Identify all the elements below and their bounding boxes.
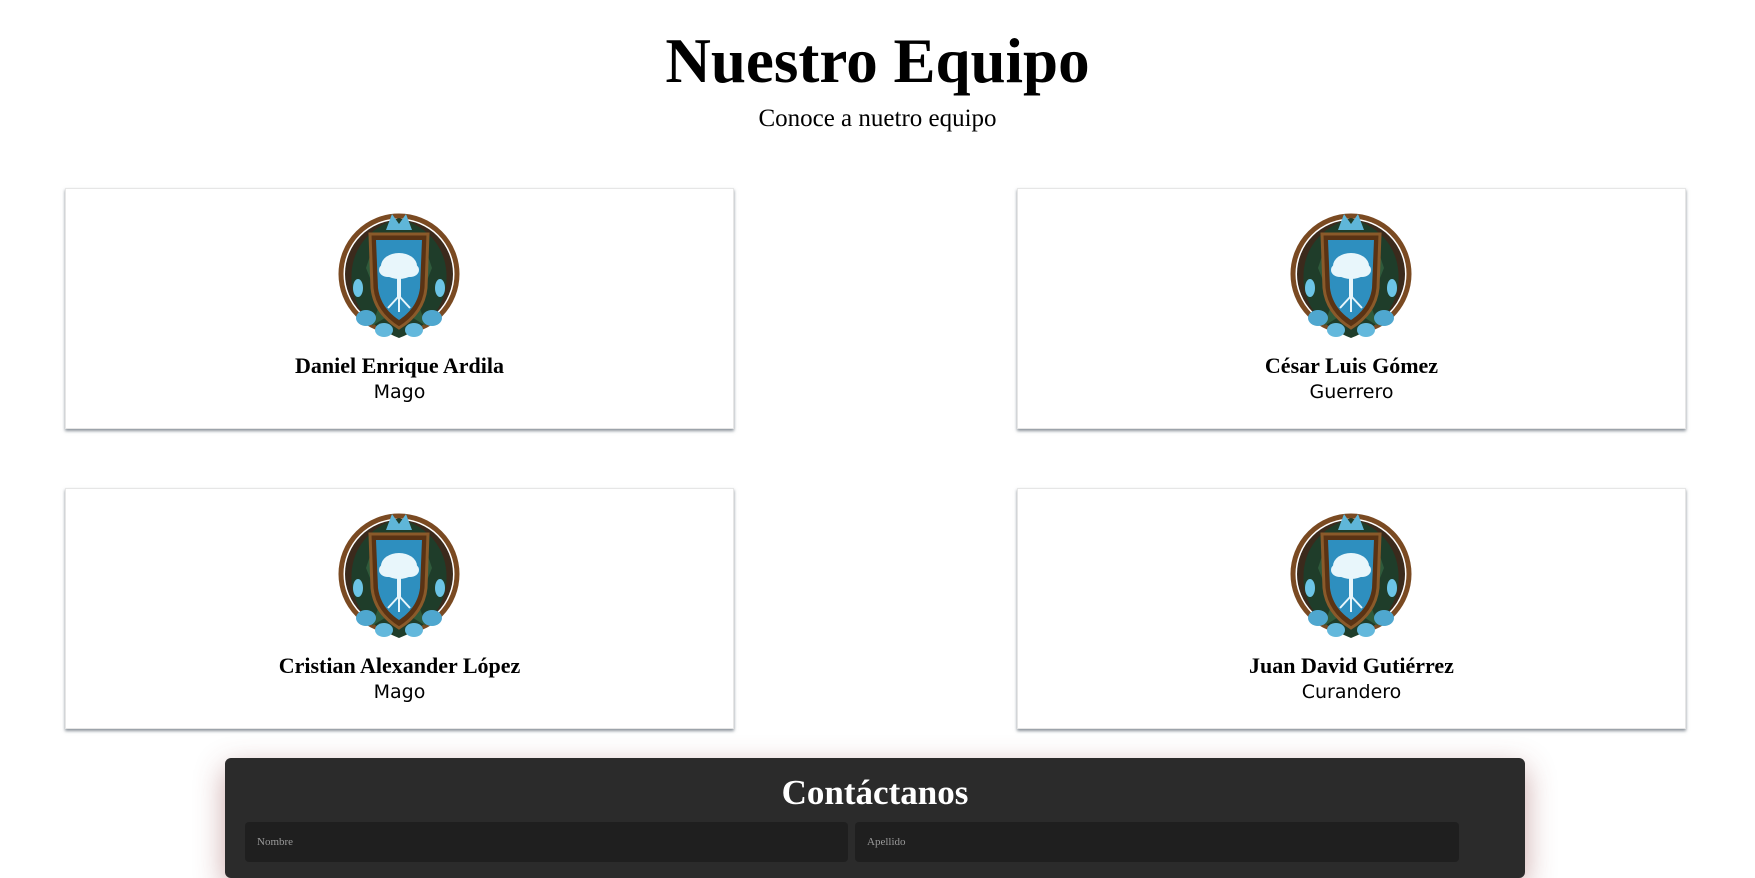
member-name: Cristian Alexander López — [278, 653, 521, 678]
page-subtitle: Conoce a nuetro equipo — [758, 105, 997, 132]
contact-title: Contáctanos — [781, 773, 969, 812]
member-role: Curandero — [1301, 681, 1402, 703]
team-member-card: Daniel Enrique Ardila Mago — [65, 188, 734, 429]
member-role: Mago — [373, 381, 426, 403]
first-name-placeholder: Nombre — [257, 836, 294, 848]
tree-crest-emblem-icon — [336, 508, 462, 648]
contact-form: Contáctanos Nombre Apellido — [225, 758, 1525, 878]
team-member-card: César Luis Gómez Guerrero — [1017, 188, 1686, 429]
tree-crest-emblem-icon — [1288, 508, 1414, 648]
last-name-placeholder: Apellido — [867, 836, 906, 848]
first-name-field[interactable]: Nombre — [245, 822, 848, 862]
member-role: Mago — [373, 681, 426, 703]
tree-crest-emblem-icon — [336, 208, 462, 348]
last-name-field[interactable]: Apellido — [855, 822, 1459, 862]
member-name: César Luis Gómez — [1264, 353, 1439, 378]
team-member-card: Juan David Gutiérrez Curandero — [1017, 488, 1686, 729]
member-name: Juan David Gutiérrez — [1249, 653, 1454, 678]
page-title: Nuestro Equipo — [665, 26, 1090, 96]
member-role: Guerrero — [1309, 381, 1394, 403]
team-member-card: Cristian Alexander López Mago — [65, 488, 734, 729]
member-name: Daniel Enrique Ardila — [294, 353, 505, 378]
tree-crest-emblem-icon — [1288, 208, 1414, 348]
